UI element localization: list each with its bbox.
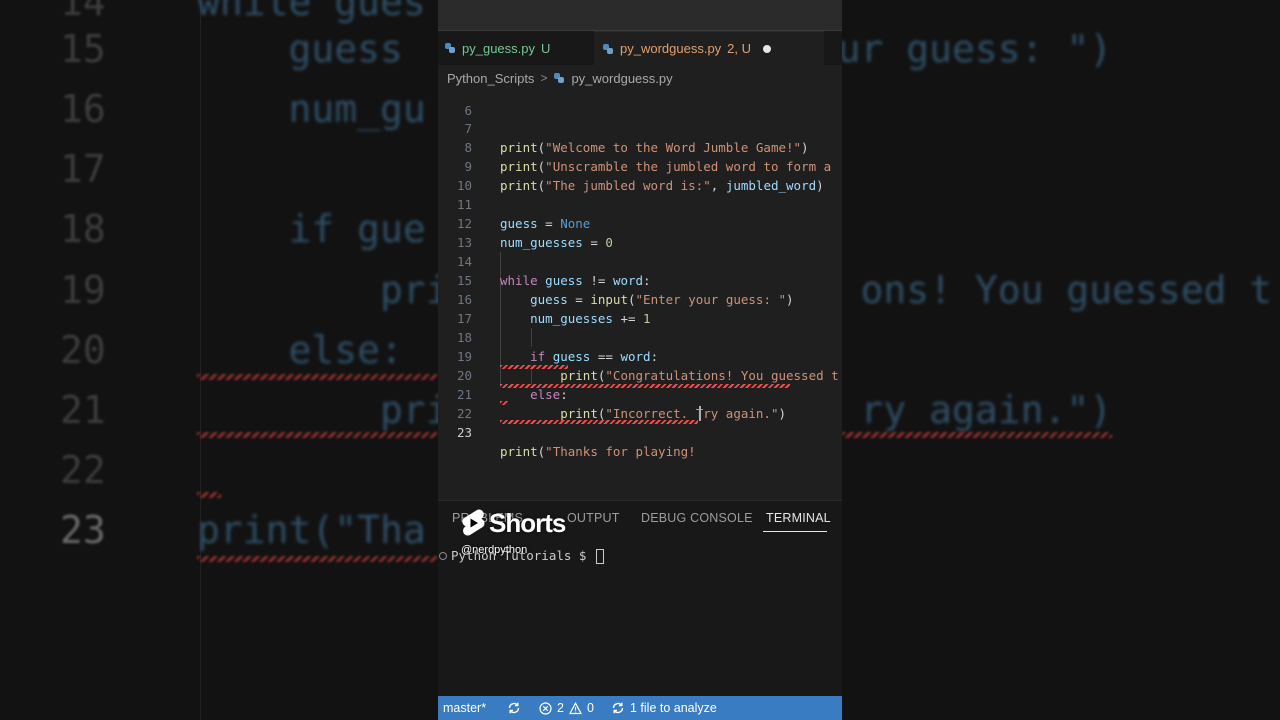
chevron-right-icon: > [540, 71, 548, 85]
code-line: 12 num_guesses = 0 [438, 195, 842, 250]
code-text: print("Thanks for playing! [500, 444, 696, 459]
unsaved-dot-icon[interactable] [763, 44, 772, 53]
background-line-number: 20 [60, 328, 106, 372]
background-line-number: 21 [60, 388, 106, 432]
shorts-watermark: Shorts @nerdpython [461, 506, 566, 566]
background-code: num_gu [197, 87, 426, 131]
code-line: 14 while guess != word: [438, 233, 842, 288]
warning-count: 0 [586, 701, 594, 715]
code-line: 17 [438, 290, 842, 326]
code-line: 11 guess = None [438, 176, 842, 231]
python-file-icon [603, 43, 613, 54]
error-icon [539, 701, 552, 715]
tab-git-status: 2, U [727, 41, 752, 56]
error-squiggle [500, 365, 568, 369]
tab-output[interactable]: OUTPUT [567, 511, 620, 525]
code-line: 20 else: [438, 347, 842, 402]
code-line: 21 print("Incorrect. Try again.") [438, 366, 842, 421]
tab-git-status: U [541, 40, 551, 56]
shorts-logo-icon [462, 509, 485, 536]
error-squiggle [500, 384, 790, 388]
branch-label: master* [443, 701, 487, 715]
tab-label: py_guess.py [462, 40, 535, 56]
shorts-brand: Shorts [489, 508, 566, 538]
background-error-squiggle [842, 432, 1112, 438]
background-line-number: 22 [60, 448, 106, 492]
editor-tabs: py_guess.py U py_wordguess.py 2, U [438, 31, 842, 65]
analysis-status[interactable]: 1 file to analyze [611, 701, 717, 715]
breadcrumb-folder[interactable]: Python_Scripts [447, 71, 534, 86]
sync-icon [508, 702, 520, 714]
warning-icon [568, 701, 582, 714]
status-bar: master* 2 0 1 file to analyze [438, 696, 842, 720]
title-bar [438, 0, 842, 31]
problems-indicator[interactable]: 2 0 [539, 701, 594, 715]
python-file-icon [554, 73, 565, 83]
terminal-status-icon [439, 552, 447, 560]
tab-debug-console[interactable]: DEBUG CONSOLE [641, 511, 753, 525]
code-line: 18 if guess == word: [438, 309, 842, 364]
refresh-icon [612, 702, 624, 714]
code-line: 9 print("The jumbled word is:", jumbled_… [438, 138, 842, 193]
error-count: 2 [557, 701, 564, 715]
tab-label: py_wordguess.py [620, 41, 722, 56]
git-branch[interactable]: master* [443, 701, 486, 715]
breadcrumb: Python_Scripts > py_wordguess.py [438, 65, 842, 91]
python-file-icon [445, 43, 455, 53]
background-code: if gue [197, 207, 426, 251]
code-line: 15 guess = input("Enter your guess: ") [438, 252, 842, 307]
code-line: 8 print("Unscramble the jumbled word to … [438, 119, 842, 174]
text-cursor [699, 406, 701, 421]
tab-terminal[interactable]: TERMINAL [766, 511, 831, 525]
breadcrumb-file[interactable]: py_wordguess.py [571, 71, 672, 86]
background-error-squiggle [197, 492, 221, 498]
sync-button[interactable] [507, 701, 521, 715]
tab-py-wordguess[interactable]: py_wordguess.py 2, U [594, 31, 824, 65]
code-editor[interactable]: 6 7 print("Welcome to the Word Jumble Ga… [438, 91, 842, 500]
tab-py-guess[interactable]: py_guess.py U [444, 31, 584, 65]
background-line-number: 15 [60, 27, 106, 71]
background-line-number: 16 [60, 87, 106, 131]
background-line-number: 19 [60, 268, 106, 312]
background-code: print("Tha [197, 508, 426, 552]
background-error-squiggle [197, 556, 437, 562]
terminal-cursor [596, 549, 604, 564]
background-line-number: 23 [60, 508, 106, 552]
line-number: 23 [456, 425, 472, 440]
background-line-number: 18 [60, 207, 106, 251]
channel-handle[interactable]: @nerdpython [461, 544, 527, 556]
background-code: else: [197, 328, 403, 372]
active-tab-indicator [763, 531, 827, 532]
background-line-number: 17 [60, 147, 106, 191]
code-line: 13 [438, 214, 842, 250]
code-line: 10 [438, 157, 842, 193]
error-squiggle [500, 401, 508, 405]
analyze-label: 1 file to analyze [630, 701, 717, 715]
editor-window: py_guess.py U py_wordguess.py 2, U Pytho… [438, 0, 842, 720]
background-error-squiggle [197, 432, 437, 438]
code-line: 19 print("Congratulations! You guessed t [438, 328, 842, 383]
code-line: 7 print("Welcome to the Word Jumble Game… [438, 100, 842, 155]
code-line: 16 num_guesses += 1 [438, 271, 842, 326]
error-squiggle [500, 420, 698, 424]
